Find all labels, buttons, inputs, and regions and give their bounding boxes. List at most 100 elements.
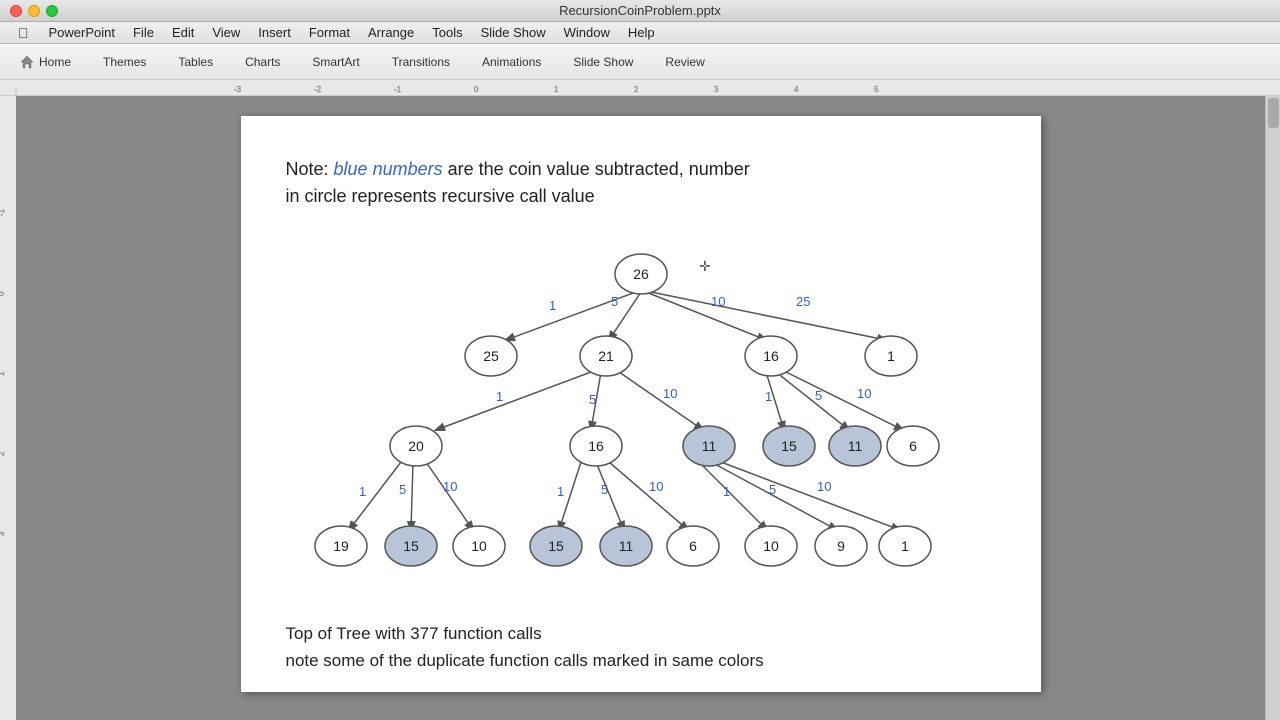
menu-window[interactable]: Window — [556, 23, 618, 42]
svg-text:20: 20 — [408, 438, 424, 454]
menu-file[interactable]: File — [125, 23, 162, 42]
svg-text:5: 5 — [589, 392, 596, 407]
menu-view[interactable]: View — [204, 23, 248, 42]
bottom-line1: Top of Tree with 377 function calls — [286, 620, 764, 647]
note-blue: blue numbers — [334, 159, 443, 179]
svg-text:26: 26 — [633, 266, 649, 282]
svg-text:0: 0 — [0, 291, 6, 296]
svg-text:6: 6 — [689, 538, 697, 554]
svg-text:6: 6 — [909, 438, 917, 454]
svg-text:-2: -2 — [314, 85, 322, 94]
slide-panel[interactable]: Note: blue numbers are the coin value su… — [16, 96, 1265, 720]
note-text: Note: blue numbers are the coin value su… — [286, 156, 750, 210]
svg-text:-1: -1 — [394, 85, 402, 94]
svg-text:25: 25 — [796, 294, 810, 309]
svg-text:5: 5 — [611, 294, 618, 309]
menu-edit[interactable]: Edit — [164, 23, 202, 42]
menu-powerpoint[interactable]: PowerPoint — [41, 23, 123, 42]
menu-bar:  PowerPoint File Edit View Insert Forma… — [0, 22, 1280, 44]
window-title: RecursionCoinProblem.pptx — [559, 3, 721, 18]
svg-text:1: 1 — [887, 348, 895, 364]
apple-menu[interactable]:  — [8, 25, 39, 41]
menu-format[interactable]: Format — [301, 23, 358, 42]
tab-charts[interactable]: Charts — [230, 48, 295, 76]
svg-text:16: 16 — [763, 348, 779, 364]
svg-text:15: 15 — [403, 538, 419, 554]
svg-text:5: 5 — [601, 482, 608, 497]
note-prefix: Note: — [286, 159, 334, 179]
svg-text:5: 5 — [399, 482, 406, 497]
svg-text:1: 1 — [0, 371, 6, 376]
svg-text:5: 5 — [769, 482, 776, 497]
vertical-ruler: -1 0 1 2 3 — [0, 96, 16, 720]
home-icon — [19, 54, 35, 70]
tree-svg: 1 5 10 25 1 5 10 — [241, 226, 1041, 586]
title-bar: RecursionCoinProblem.pptx — [0, 0, 1280, 22]
slide: Note: blue numbers are the coin value su… — [241, 116, 1041, 692]
svg-text:10: 10 — [471, 538, 487, 554]
svg-text:5: 5 — [874, 85, 879, 94]
svg-text:1: 1 — [765, 389, 772, 404]
tab-tables[interactable]: Tables — [163, 48, 228, 76]
svg-text:10: 10 — [663, 386, 677, 401]
scrollbar-vertical[interactable] — [1265, 96, 1280, 720]
svg-text:10: 10 — [817, 479, 831, 494]
svg-text:3: 3 — [0, 531, 6, 536]
svg-text:-1: -1 — [0, 208, 6, 216]
tab-review[interactable]: Review — [650, 48, 719, 76]
svg-text:10: 10 — [763, 538, 779, 554]
toolbar: Home Themes Tables Charts SmartArt Trans… — [0, 44, 1280, 80]
svg-text:1: 1 — [554, 85, 559, 94]
svg-text:2: 2 — [634, 85, 639, 94]
svg-text:1: 1 — [359, 484, 366, 499]
svg-text:10: 10 — [443, 479, 457, 494]
svg-text:10: 10 — [857, 386, 871, 401]
svg-text:1: 1 — [557, 484, 564, 499]
horizontal-ruler: -3 -2 -1 0 1 2 3 4 5 — [0, 80, 1280, 96]
svg-text:-3: -3 — [234, 85, 242, 94]
tab-animations[interactable]: Animations — [467, 48, 556, 76]
bottom-line2: note some of the duplicate function call… — [286, 647, 764, 674]
svg-text:25: 25 — [483, 348, 499, 364]
main-area: -1 0 1 2 3 Note: blue numbers are the co… — [0, 96, 1280, 720]
svg-text:11: 11 — [847, 438, 862, 454]
svg-text:19: 19 — [333, 538, 349, 554]
menu-help[interactable]: Help — [620, 23, 663, 42]
svg-text:1: 1 — [549, 298, 556, 313]
window-controls — [10, 5, 58, 17]
tab-themes[interactable]: Themes — [88, 48, 161, 76]
note-line2: in circle represents recursive call valu… — [286, 186, 595, 206]
tree-diagram: 1 5 10 25 1 5 10 — [241, 226, 1041, 626]
tab-home[interactable]: Home — [4, 48, 86, 76]
svg-text:11: 11 — [618, 538, 633, 554]
minimize-button[interactable] — [28, 5, 40, 17]
tab-transitions[interactable]: Transitions — [377, 48, 465, 76]
maximize-button[interactable] — [46, 5, 58, 17]
svg-text:10: 10 — [649, 479, 663, 494]
svg-text:✛: ✛ — [699, 258, 711, 274]
svg-text:1: 1 — [496, 389, 503, 404]
tab-slideshow[interactable]: Slide Show — [558, 48, 648, 76]
svg-text:2: 2 — [0, 451, 6, 456]
svg-text:0: 0 — [474, 85, 479, 94]
svg-text:3: 3 — [714, 85, 719, 94]
svg-text:1: 1 — [723, 484, 730, 499]
svg-text:5: 5 — [815, 388, 822, 403]
svg-text:10: 10 — [711, 294, 725, 309]
svg-text:4: 4 — [794, 85, 799, 94]
svg-text:11: 11 — [701, 438, 716, 454]
svg-text:9: 9 — [837, 538, 845, 554]
bottom-text: Top of Tree with 377 function calls note… — [286, 620, 764, 674]
svg-text:15: 15 — [781, 438, 797, 454]
tab-smartart[interactable]: SmartArt — [297, 48, 374, 76]
svg-text:21: 21 — [598, 348, 614, 364]
menu-insert[interactable]: Insert — [250, 23, 299, 42]
svg-text:15: 15 — [548, 538, 564, 554]
tab-home-label: Home — [39, 55, 71, 69]
note-cont: are the coin value subtracted, number — [443, 159, 750, 179]
menu-arrange[interactable]: Arrange — [360, 23, 422, 42]
menu-tools[interactable]: Tools — [424, 23, 470, 42]
close-button[interactable] — [10, 5, 22, 17]
menu-slideshow[interactable]: Slide Show — [473, 23, 554, 42]
svg-text:1: 1 — [901, 538, 909, 554]
